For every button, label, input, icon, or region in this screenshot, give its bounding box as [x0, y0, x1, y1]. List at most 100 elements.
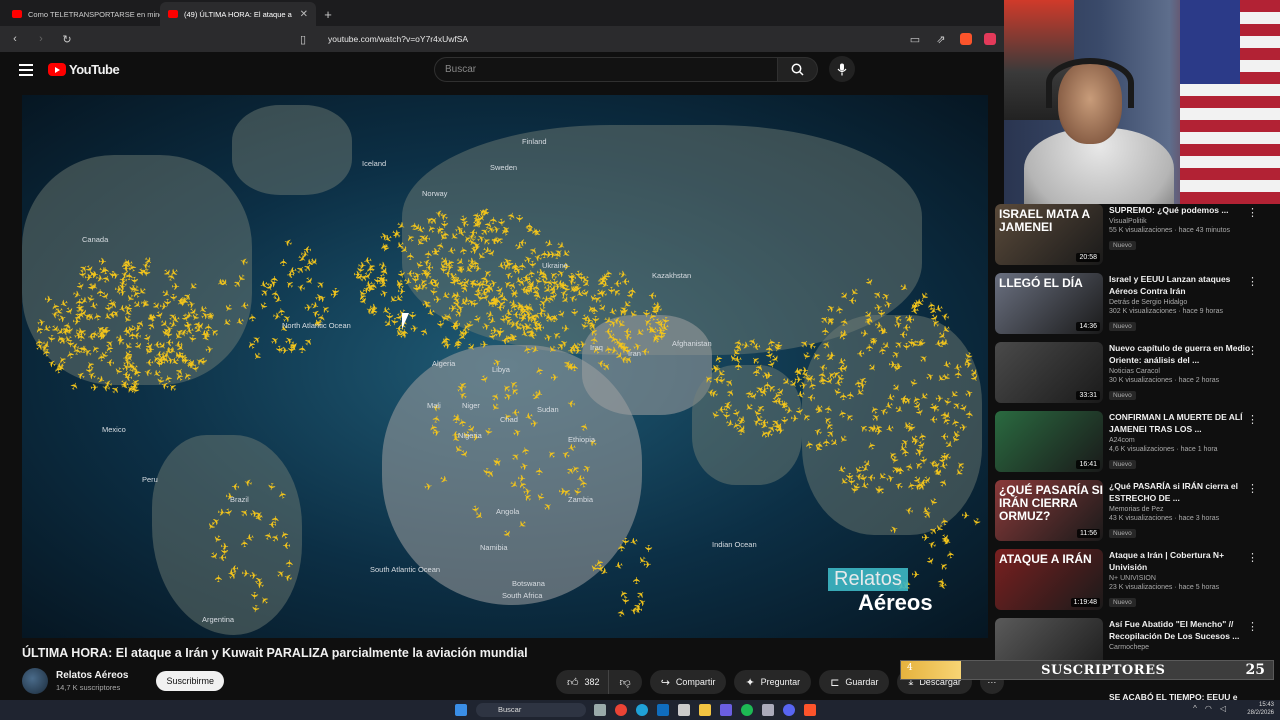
related-video-card[interactable]: ATAQUE A IRÁN 1:19:48 Ataque a Irán | Co…	[995, 549, 1280, 618]
video-thumbnail[interactable]: ATAQUE A IRÁN 1:19:48	[995, 549, 1103, 610]
related-video-card[interactable]: 33:31 Nuevo capítulo de guerra en Medio …	[995, 342, 1280, 411]
related-video-channel[interactable]: Carmochepe	[1109, 644, 1255, 651]
airplane-icon: ✈	[186, 299, 197, 313]
video-duration: 11:56	[1077, 529, 1100, 538]
map-label: North Atlantic Ocean	[282, 321, 351, 330]
youtube-logo[interactable]: YouTube	[48, 62, 120, 77]
folder-icon[interactable]	[699, 704, 711, 716]
more-options-icon[interactable]: ⋮	[1247, 344, 1258, 357]
related-video-channel[interactable]: Detrás de Sergio Hidalgo	[1109, 299, 1255, 306]
photos-icon[interactable]	[720, 704, 732, 716]
wifi-icon[interactable]: ◠	[1205, 704, 1212, 713]
related-video-channel[interactable]: N+ UNIVISION	[1109, 575, 1255, 582]
dislike-button[interactable]: 👎︎	[607, 670, 642, 694]
ask-button[interactable]: ✦ Preguntar	[734, 670, 812, 694]
airplane-icon: ✈	[277, 489, 291, 501]
new-badge: Nuevo	[1109, 460, 1136, 469]
save-label: Guardar	[845, 677, 879, 687]
spotify-icon[interactable]	[741, 704, 753, 716]
chevron-up-icon[interactable]: ^	[1193, 704, 1197, 713]
related-video-title[interactable]: CONFIRMAN LA MUERTE DE ALÍ JAMENEI TRAS …	[1109, 411, 1255, 435]
bookmark-icon[interactable]: ▯	[296, 33, 310, 46]
related-video-card[interactable]: LLEGÓ EL DÍA 14:36 Israel y EEUU Lanzan …	[995, 273, 1280, 342]
related-video-title[interactable]: Israel y EEUU Lanzan ataques Aéreos Cont…	[1109, 273, 1255, 297]
related-video-title[interactable]: Nuevo capítulo de guerra en Medio Orient…	[1109, 342, 1255, 366]
share-icon[interactable]: ⇗	[934, 33, 948, 46]
map-label: Argentina	[202, 615, 235, 624]
video-player[interactable]: ✈ ✈ ✈ ✈ ✈ ✈ ✈ ✈ ✈ ✈ ✈ ✈ ✈ ✈ ✈ ✈ ✈ ✈ ✈ ✈ ✈ ✈ ✈ ✈ ✈ ✈ ✈ ✈ ✈ ✈ ✈ ✈ ✈ ✈ ✈ ✈ ✈ ✈ ✈ ✈…	[22, 95, 988, 638]
channel-name[interactable]: Relatos Aéreos	[56, 670, 128, 681]
taskbar-search[interactable]: Buscar	[476, 703, 586, 717]
discord-icon[interactable]	[783, 704, 795, 716]
airplane-icon: ✈	[963, 387, 976, 402]
subscribe-button[interactable]: Suscribirme	[156, 671, 224, 691]
related-video-card[interactable]: ¿QUÉ PASARÍA SI IRÁN CIERRA ORMUZ? 11:56…	[995, 480, 1280, 549]
like-button[interactable]: 👍︎ 382	[556, 670, 608, 694]
forward-icon[interactable]: ›	[34, 33, 48, 45]
more-options-icon[interactable]: ⋮	[1247, 551, 1258, 564]
airplane-icon: ✈	[161, 298, 173, 308]
brave-rewards-icon[interactable]	[984, 33, 996, 45]
airplane-icon: ✈	[88, 298, 100, 312]
edge-icon[interactable]	[636, 704, 648, 716]
airplane-icon: ✈	[542, 500, 556, 515]
back-icon[interactable]: ‹	[8, 33, 22, 45]
new-tab-button[interactable]: +	[316, 2, 340, 26]
video-thumbnail[interactable]: ISRAEL MATA A JAMENEI 20:58	[995, 204, 1103, 265]
related-video-channel[interactable]: VisualPolitik	[1109, 218, 1255, 225]
calculator-icon[interactable]	[678, 704, 690, 716]
related-video-stats: 43 K visualizaciones · hace 3 horas	[1109, 515, 1220, 522]
cast-icon[interactable]: ▭	[908, 33, 922, 46]
related-video-channel[interactable]: Memorias de Pez	[1109, 506, 1255, 513]
reload-icon[interactable]: ↻	[60, 33, 74, 46]
airplane-icon: ✈	[188, 363, 201, 374]
video-thumbnail[interactable]: LLEGÓ EL DÍA 14:36	[995, 273, 1103, 334]
related-video-title[interactable]: Así Fue Abatido "El Mencho" // Recopilac…	[1109, 618, 1255, 642]
brave-shield-icon[interactable]	[960, 33, 972, 45]
airplane-icon: ✈	[647, 288, 657, 301]
browser-tab-1[interactable]: Como TELETRANSPORTARSE en minecra	[4, 2, 160, 26]
task-view-icon[interactable]	[594, 704, 606, 716]
airplane-icon: ✈	[433, 319, 445, 330]
airplane-icon: ✈	[171, 282, 181, 294]
related-video-card[interactable]: ISRAEL MATA A JAMENEI 20:58 SUPREMO: ¿Qu…	[995, 204, 1280, 273]
channel-avatar[interactable]	[22, 668, 48, 694]
related-video-channel[interactable]: Noticias Caracol	[1109, 368, 1255, 375]
brave-icon[interactable]	[804, 704, 816, 716]
more-options-icon[interactable]: ⋮	[1247, 275, 1258, 288]
more-options-icon[interactable]: ⋮	[1247, 413, 1258, 426]
related-video-stats: 23 K visualizaciones · hace 5 horas	[1109, 584, 1220, 591]
clock[interactable]: 15:43 28/2/2026	[1247, 701, 1274, 717]
related-video-card[interactable]: 16:41 CONFIRMAN LA MUERTE DE ALÍ JAMENEI…	[995, 411, 1280, 480]
airplane-icon: ✈	[616, 607, 630, 620]
video-thumbnail[interactable]: ¿QUÉ PASARÍA SI IRÁN CIERRA ORMUZ? 11:56	[995, 480, 1103, 541]
save-button[interactable]: ⊏ Guardar	[819, 670, 890, 694]
chrome-icon[interactable]	[615, 704, 627, 716]
related-video-title[interactable]: SUPREMO: ¿Qué podemos ...	[1109, 204, 1255, 216]
close-tab-icon[interactable]: ✕	[300, 9, 308, 20]
search-input[interactable]: Buscar	[434, 57, 778, 82]
search-button[interactable]	[778, 57, 818, 82]
url-field[interactable]: youtube.com/watch?v=oY7r4xUwfSA	[328, 34, 468, 44]
browser-tab-2[interactable]: (49) ÚLTIMA HORA: El ataque a ✕	[160, 2, 316, 26]
related-video-title[interactable]: SE ACABÓ EL TIEMPO: EEUU e	[1109, 691, 1280, 700]
airplane-icon: ✈	[368, 302, 379, 315]
settings-icon[interactable]	[762, 704, 774, 716]
share-button[interactable]: ↪ Compartir	[649, 670, 727, 694]
related-video-stats: 55 K visualizaciones · hace 43 minutos	[1109, 227, 1231, 234]
windows-start-icon[interactable]	[455, 704, 467, 716]
video-thumbnail[interactable]: 33:31	[995, 342, 1103, 403]
volume-icon[interactable]: ◁	[1220, 704, 1226, 713]
voice-search-button[interactable]	[829, 56, 855, 82]
video-duration: 1:19:48	[1070, 598, 1100, 607]
related-video-title[interactable]: Ataque a Irán | Cobertura N+ Univisión	[1109, 549, 1255, 573]
outlook-icon[interactable]	[657, 704, 669, 716]
video-thumbnail[interactable]: 16:41	[995, 411, 1103, 472]
more-options-icon[interactable]: ⋮	[1247, 620, 1258, 633]
airplane-icon: ✈	[499, 528, 514, 542]
related-video-channel[interactable]: A24com	[1109, 437, 1255, 444]
related-video-title[interactable]: ¿Qué PASARÍA si IRÁN cierra el ESTRECHO …	[1109, 480, 1255, 504]
more-options-icon[interactable]: ⋮	[1247, 206, 1258, 219]
hamburger-menu-icon[interactable]	[19, 64, 33, 79]
more-options-icon[interactable]: ⋮	[1247, 482, 1258, 495]
